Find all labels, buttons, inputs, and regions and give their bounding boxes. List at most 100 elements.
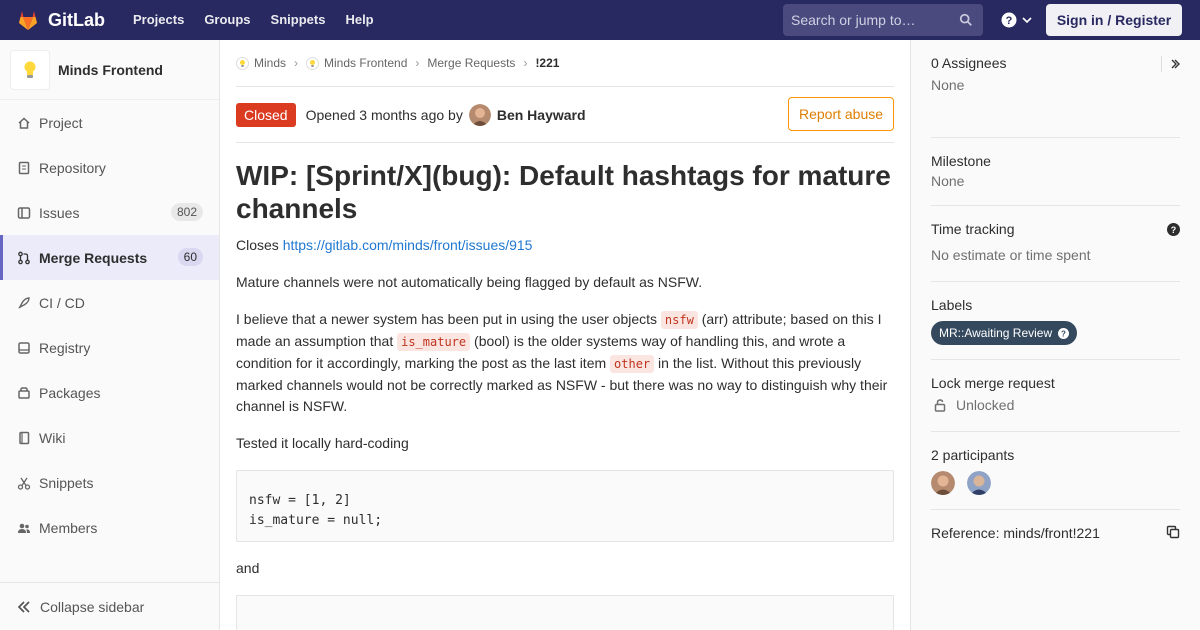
collapse-sidebar-button[interactable]: Collapse sidebar bbox=[0, 582, 219, 630]
nav-help[interactable]: Help bbox=[335, 0, 383, 40]
assignees-value: None bbox=[931, 77, 965, 93]
help-dropdown[interactable]: ? bbox=[1001, 12, 1032, 28]
lightbulb-icon bbox=[24, 61, 36, 78]
rocket-icon bbox=[16, 295, 32, 311]
nav-groups[interactable]: Groups bbox=[194, 0, 260, 40]
nav-projects[interactable]: Projects bbox=[123, 0, 194, 40]
nav-snippets[interactable]: Snippets bbox=[261, 0, 336, 40]
doc-icon bbox=[16, 160, 32, 176]
breadcrumb-item-minds-frontend[interactable]: Minds Frontend bbox=[306, 56, 407, 70]
sidebar-item-registry[interactable]: Registry bbox=[0, 325, 219, 370]
breadcrumb: Minds › Minds Frontend › Merge Requests … bbox=[236, 40, 894, 87]
sidebar-project-header[interactable]: Minds Frontend bbox=[0, 40, 219, 100]
collapse-label: Collapse sidebar bbox=[40, 598, 145, 615]
sidebar-item-label: Repository bbox=[39, 159, 106, 176]
participants-block: 2 participants bbox=[931, 432, 1180, 510]
signin-button[interactable]: Sign in / Register bbox=[1046, 4, 1182, 36]
collapse-right-sidebar-button[interactable] bbox=[1161, 56, 1180, 72]
right-sidebar: 0 Assignees None Milestone None Time tra… bbox=[910, 40, 1200, 630]
search-icon bbox=[959, 13, 972, 26]
milestone-block: Milestone None bbox=[931, 138, 1180, 206]
report-abuse-button[interactable]: Report abuse bbox=[788, 97, 894, 131]
description-paragraph: Mature channels were not automatically b… bbox=[236, 274, 703, 290]
sidebar-item-label: Issues bbox=[39, 204, 80, 221]
project-avatar bbox=[10, 49, 50, 90]
sidebar-item-snippets[interactable]: Snippets bbox=[0, 460, 219, 505]
search-input[interactable] bbox=[783, 12, 953, 28]
lock-label: Lock merge request bbox=[931, 375, 1055, 391]
avatar[interactable] bbox=[931, 471, 955, 495]
inline-code: is_mature bbox=[397, 333, 471, 351]
issues-icon bbox=[16, 205, 32, 221]
sidebar-item-label: Registry bbox=[39, 339, 91, 356]
sidebar-item-label: Packages bbox=[39, 384, 101, 401]
project-name: Minds Frontend bbox=[58, 61, 163, 78]
left-sidebar: Minds Frontend Project Repository Issues… bbox=[0, 40, 220, 630]
participants-label: 2 participants bbox=[931, 447, 1015, 463]
top-navbar: GitLab Projects Groups Snippets Help ? S… bbox=[0, 0, 1200, 40]
inline-code: nsfw bbox=[660, 311, 698, 329]
avatar[interactable] bbox=[967, 471, 991, 495]
sidebar-item-packages[interactable]: Packages bbox=[0, 370, 219, 415]
mr-header: Closed Opened 3 months ago by Ben Haywar… bbox=[236, 87, 894, 143]
chevron-down-icon bbox=[1022, 17, 1032, 24]
question-circle-icon[interactable]: ? bbox=[1167, 223, 1180, 236]
gitlab-logo[interactable]: GitLab bbox=[16, 0, 105, 40]
assignees-label: 0 Assignees bbox=[931, 55, 1007, 71]
sidebar-item-label: Merge Requests bbox=[39, 249, 148, 266]
label-pill[interactable]: MR::Awaiting Review ? bbox=[931, 321, 1078, 345]
logo-text: GitLab bbox=[48, 9, 105, 30]
breadcrumb-current[interactable]: !221 bbox=[535, 56, 559, 70]
reference-block: Reference: minds/front!221 bbox=[931, 510, 1180, 541]
sidebar-item-repository[interactable]: Repository bbox=[0, 145, 219, 190]
svg-text:?: ? bbox=[1006, 15, 1013, 27]
lightbulb-icon bbox=[236, 56, 249, 70]
copy-icon[interactable] bbox=[1166, 525, 1180, 539]
sidebar-item-project[interactable]: Project bbox=[0, 100, 219, 145]
question-circle-icon: ? bbox=[1001, 12, 1017, 28]
sidebar-item-label: CI / CD bbox=[39, 294, 85, 311]
double-chevron-left-icon bbox=[17, 600, 30, 613]
breadcrumb-item-merge-requests[interactable]: Merge Requests bbox=[427, 56, 515, 70]
main-content: Minds › Minds Frontend › Merge Requests … bbox=[236, 40, 894, 630]
package-icon bbox=[16, 385, 32, 401]
code-block bbox=[236, 595, 894, 630]
sidebar-item-members[interactable]: Members bbox=[0, 505, 219, 550]
closes-prefix: Closes bbox=[236, 237, 283, 253]
time-tracking-block: Time tracking No estimate or time spent … bbox=[931, 206, 1180, 282]
author-name[interactable]: Ben Hayward bbox=[497, 107, 586, 123]
assignees-block: 0 Assignees None bbox=[931, 40, 1180, 138]
closes-paragraph: Closes https://gitlab.com/minds/front/is… bbox=[236, 235, 894, 256]
text-fragment: I believe that a newer system has been p… bbox=[236, 311, 661, 327]
breadcrumb-label: Minds bbox=[254, 56, 287, 70]
lock-block: Lock merge request Unlocked bbox=[931, 360, 1180, 432]
reference-text: Reference: minds/front!221 bbox=[931, 525, 1100, 541]
sidebar-item-merge-requests[interactable]: Merge Requests 60 bbox=[0, 235, 219, 280]
milestone-label: Milestone bbox=[931, 153, 991, 169]
chevron-right-icon: › bbox=[523, 56, 528, 70]
sidebar-item-wiki[interactable]: Wiki bbox=[0, 415, 219, 460]
unlock-icon bbox=[934, 398, 946, 412]
breadcrumb-item-minds[interactable]: Minds bbox=[236, 56, 286, 70]
svg-text:?: ? bbox=[1061, 329, 1066, 338]
svg-text:?: ? bbox=[1171, 225, 1177, 235]
breadcrumb-label: Minds Frontend bbox=[324, 56, 408, 70]
sidebar-item-ci-cd[interactable]: CI / CD bbox=[0, 280, 219, 325]
mr-count-badge: 60 bbox=[177, 248, 203, 266]
description-paragraph: Tested it locally hard-coding bbox=[236, 435, 409, 451]
lock-value-row: Unlocked bbox=[931, 397, 1180, 413]
code-block: nsfw = [1, 2] is_mature = null; bbox=[236, 470, 894, 542]
chevron-right-icon: › bbox=[415, 56, 420, 70]
sidebar-item-label: Snippets bbox=[39, 474, 94, 491]
merge-icon bbox=[16, 250, 32, 266]
lock-value: Unlocked bbox=[956, 397, 1015, 413]
sidebar-item-issues[interactable]: Issues 802 bbox=[0, 190, 219, 235]
chevron-right-icon: › bbox=[294, 56, 299, 70]
inline-code: other bbox=[610, 355, 655, 373]
time-tracking-value: No estimate or time spent bbox=[931, 247, 1091, 263]
issue-link[interactable]: https://gitlab.com/minds/front/issues/91… bbox=[283, 237, 533, 253]
page-title: WIP: [Sprint/X](bug): Default hashtags f… bbox=[236, 160, 891, 224]
avatar[interactable] bbox=[468, 103, 491, 126]
sidebar-item-label: Members bbox=[39, 519, 98, 536]
book-icon bbox=[16, 430, 32, 446]
